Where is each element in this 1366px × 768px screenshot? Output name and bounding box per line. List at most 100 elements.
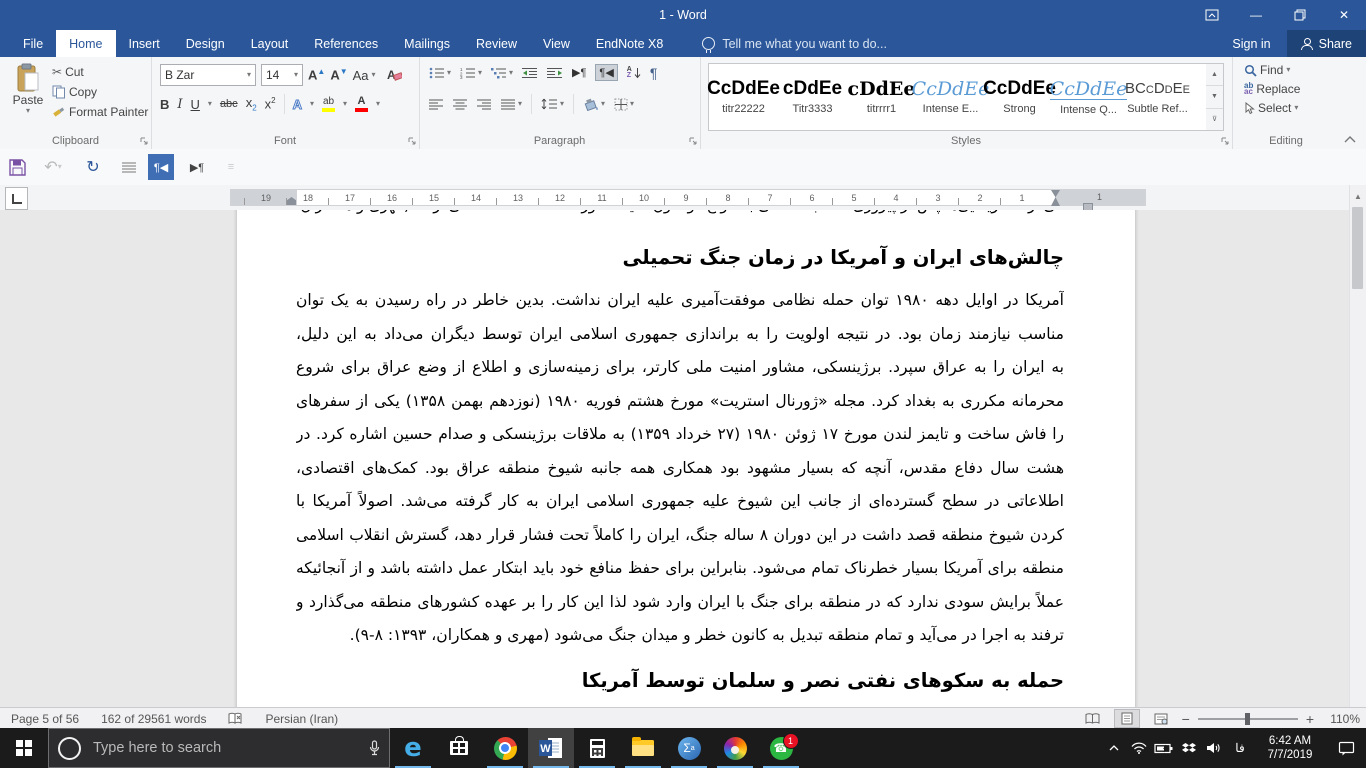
change-case-button[interactable]: Aa▾ <box>353 68 376 83</box>
justify-button[interactable]: ▾ <box>501 99 522 110</box>
format-painter-button[interactable]: Format Painter <box>52 105 148 119</box>
style-intense-quote[interactable]: CcDdEe Intense Q... <box>1054 64 1123 130</box>
strikethrough-button[interactable]: abc <box>220 98 238 110</box>
styles-scroll-down-icon[interactable]: ▼ <box>1206 86 1223 108</box>
undo-button[interactable]: ↶▾ <box>40 154 66 180</box>
microphone-icon[interactable] <box>369 740 380 756</box>
tab-review[interactable]: Review <box>463 30 530 57</box>
save-button[interactable] <box>4 154 30 180</box>
align-right-button[interactable] <box>477 99 492 110</box>
start-button[interactable] <box>0 728 48 768</box>
paragraph-line[interactable]: کردن شیوخ منطقه قصد داشت در این دوران ۸ … <box>296 519 1064 553</box>
taskbar-paint-app[interactable] <box>712 728 758 768</box>
vertical-scrollbar[interactable]: ▲ <box>1349 185 1366 707</box>
underline-dropdown[interactable]: ▾ <box>208 100 212 108</box>
borders-button[interactable]: ▾ <box>614 98 634 111</box>
highlight-color-button[interactable]: ab <box>322 97 335 112</box>
taskbar-search[interactable] <box>48 728 390 768</box>
copy-button[interactable]: Copy <box>52 85 148 99</box>
subscript-button[interactable]: x2 <box>246 95 257 113</box>
document-heading-2[interactable]: حمله به سکوهای نفتی نصر و سلمان توسط آمر… <box>296 666 1064 696</box>
paragraph-line[interactable]: محرمانه مکرری به بغداد کرد. مجله «ژورنال… <box>296 385 1064 419</box>
style-titr3333[interactable]: cDdEe Titr3333 <box>778 64 847 130</box>
tab-view[interactable]: View <box>530 30 583 57</box>
ltr-direction-shortcut-button[interactable]: ▶¶ <box>184 154 210 180</box>
zoom-level[interactable]: 110% <box>1322 712 1360 726</box>
show-formatting-marks-button[interactable]: ¶ <box>650 65 658 81</box>
zoom-slider[interactable] <box>1198 718 1298 720</box>
scrollbar-thumb[interactable] <box>1352 207 1363 289</box>
font-color-button[interactable]: A <box>355 96 368 112</box>
tab-insert[interactable]: Insert <box>116 30 173 57</box>
select-button[interactable]: Select▾ <box>1244 101 1300 115</box>
decrease-indent-button[interactable] <box>522 67 538 79</box>
replace-button[interactable]: abac Replace <box>1244 82 1300 96</box>
dropbox-icon[interactable] <box>1176 728 1201 768</box>
zoom-in-button[interactable]: + <box>1306 711 1314 727</box>
volume-icon[interactable] <box>1201 728 1226 768</box>
find-button[interactable]: Find▾ <box>1244 63 1300 77</box>
sort-button[interactable]: AZ <box>627 67 641 79</box>
close-button[interactable]: ✕ <box>1322 0 1366 30</box>
paste-button[interactable]: Paste ▾ <box>8 63 48 129</box>
superscript-button[interactable]: x2 <box>265 96 276 111</box>
style-subtle-reference[interactable]: BCcDdEe Subtle Ref... <box>1123 64 1192 130</box>
rtl-direction-shortcut-button[interactable]: ¶◀ <box>148 154 174 180</box>
clear-formatting-button[interactable]: A <box>387 68 402 82</box>
numbering-button[interactable]: 123▾ <box>460 67 482 79</box>
style-intense-emphasis[interactable]: CcDdEe Intense E... <box>916 64 985 130</box>
styles-more-icon[interactable]: ⊽ <box>1206 109 1223 130</box>
bullets-button[interactable]: ▾ <box>429 67 451 79</box>
language-indicator[interactable]: Persian (Iran) <box>254 712 349 726</box>
clipboard-dialog-launcher-icon[interactable] <box>139 136 149 146</box>
taskbar-store[interactable] <box>436 728 482 768</box>
text-effects-button[interactable]: A <box>293 97 302 112</box>
ribbon-display-options-icon[interactable] <box>1190 0 1234 30</box>
taskbar-clock[interactable]: 6:42 AM 7/7/2019 <box>1254 734 1326 762</box>
align-center-button[interactable] <box>453 99 468 110</box>
paragraph-line[interactable]: منطقه برای آمریکا بسیار خطرناک تمام می‌ش… <box>296 552 1064 586</box>
qat-more-button[interactable]: ≡ <box>218 154 244 180</box>
taskbar-dictionary-app[interactable]: Σa <box>666 728 712 768</box>
minimize-button[interactable]: — <box>1234 0 1278 30</box>
language-switcher[interactable]: فا <box>1226 741 1254 755</box>
tab-design[interactable]: Design <box>173 30 238 57</box>
scroll-up-arrow-icon[interactable]: ▲ <box>1350 188 1366 204</box>
taskbar-edge[interactable]: e <box>390 728 436 768</box>
line-spacing-button[interactable]: ▾ <box>541 98 564 110</box>
taskbar-word[interactable]: W <box>528 728 574 768</box>
page-indicator[interactable]: Page 5 of 56 <box>0 712 90 726</box>
style-strong[interactable]: CcDdEe Strong <box>985 64 1054 130</box>
tell-me-box[interactable]: Tell me what you want to do... <box>702 30 887 57</box>
wifi-icon[interactable] <box>1126 728 1151 768</box>
document-heading-1[interactable]: چالش‌های ایران و آمریکا در زمان جنگ تحمی… <box>296 243 1064 273</box>
tab-endnote[interactable]: EndNote X8 <box>583 30 676 57</box>
paragraph-line[interactable]: را فاش ساخت و تایمز لندن مورخ ۱۷ ژوئن ۱۹… <box>296 418 1064 452</box>
print-layout-button[interactable] <box>1114 709 1140 728</box>
restore-button[interactable] <box>1278 0 1322 30</box>
paragraph-line[interactable]: مناسب نیازمند زمان بود. در نتیجه اولویت … <box>296 318 1064 352</box>
paragraph-line[interactable]: اطلاعاتی در سطح گسترده‌ای از جانب این شی… <box>296 485 1064 519</box>
tab-references[interactable]: References <box>301 30 391 57</box>
underline-button[interactable]: U <box>191 97 200 112</box>
align-left-button[interactable] <box>429 99 444 110</box>
action-center-icon[interactable] <box>1326 728 1366 768</box>
grow-font-button[interactable]: A▲ <box>308 67 325 82</box>
tab-layout[interactable]: Layout <box>238 30 302 57</box>
italic-button[interactable]: I <box>177 97 182 112</box>
word-count[interactable]: 162 of 29561 words <box>90 712 217 726</box>
rtl-direction-button[interactable]: ¶◀ <box>595 64 617 81</box>
multilevel-list-button[interactable]: ▾ <box>491 67 513 79</box>
tab-file[interactable]: File <box>10 30 56 57</box>
bold-button[interactable]: B <box>160 97 169 112</box>
styles-dialog-launcher-icon[interactable] <box>1220 136 1230 146</box>
document-page[interactable]: می‌کرد. آمریکایی‌ها پس از پیروزی انقلاب … <box>237 210 1135 707</box>
read-mode-button[interactable] <box>1080 709 1106 728</box>
search-input[interactable] <box>91 739 359 757</box>
redo-button[interactable]: ↻ <box>80 154 106 180</box>
ltr-direction-button[interactable]: ▶¶ <box>572 66 586 79</box>
taskbar-file-explorer[interactable] <box>620 728 666 768</box>
font-dialog-launcher-icon[interactable] <box>407 136 417 146</box>
justify-shortcut-button[interactable] <box>116 154 142 180</box>
style-titr22222[interactable]: CcDdEe titr22222 <box>709 64 778 130</box>
